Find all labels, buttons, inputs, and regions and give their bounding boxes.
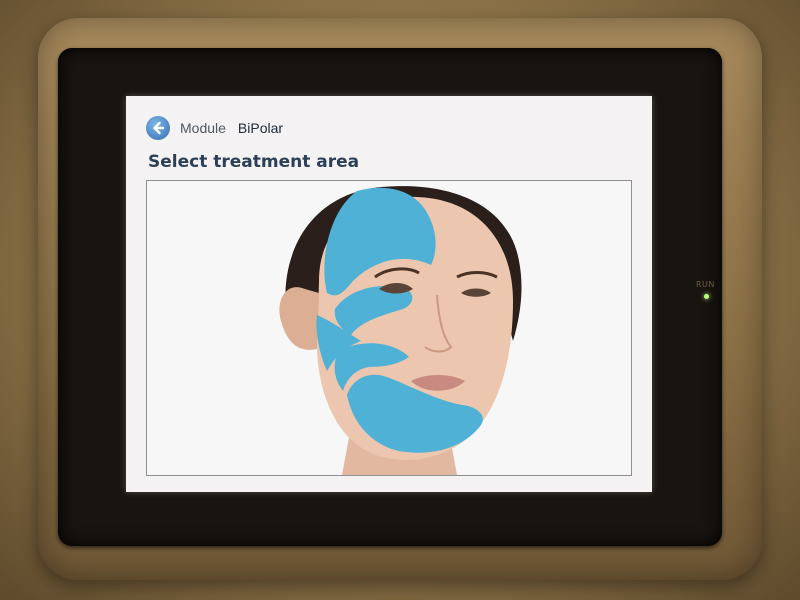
back-arrow-icon [153, 121, 165, 135]
run-indicator-led [704, 294, 709, 299]
page-title: Select treatment area [148, 152, 360, 172]
face-illustration [279, 186, 522, 475]
touch-screen: Module BiPolar Select treatment area [126, 96, 652, 492]
back-button[interactable] [146, 116, 170, 140]
breadcrumb: Module BiPolar [146, 116, 283, 140]
module-value: BiPolar [237, 120, 284, 136]
ear [279, 287, 319, 350]
module-label: Module [180, 120, 226, 136]
face-selection-panel [146, 180, 632, 476]
run-indicator-label: RUN [696, 280, 715, 289]
